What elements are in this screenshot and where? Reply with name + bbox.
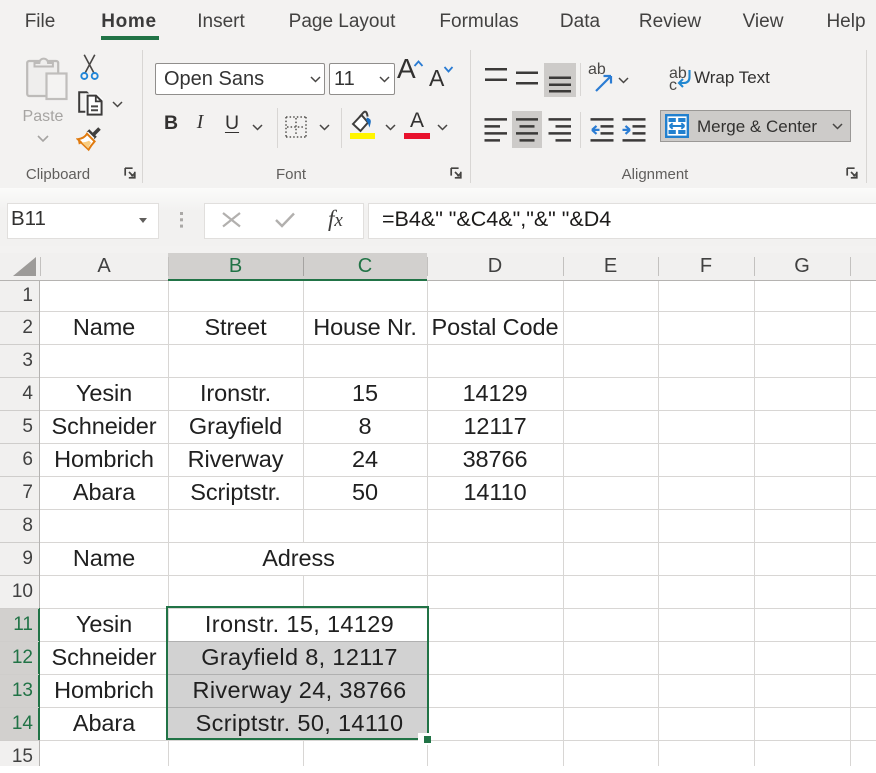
svg-text:c: c — [669, 77, 677, 92]
